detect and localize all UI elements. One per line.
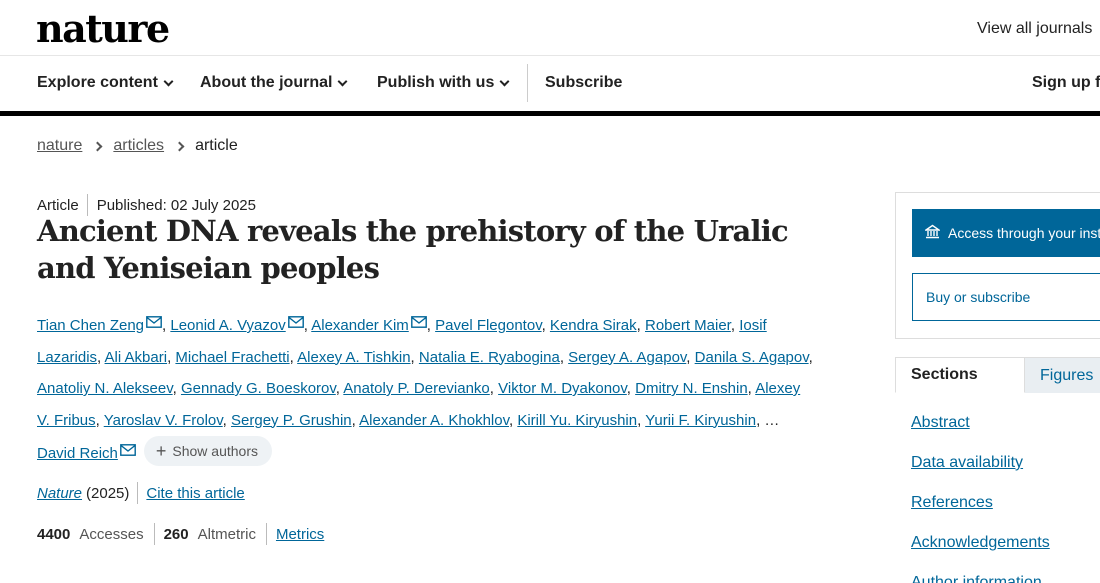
nav-label: About the journal: [200, 74, 333, 91]
author-link[interactable]: Sergey A. Agapov: [568, 349, 686, 366]
email-icon[interactable]: [119, 436, 136, 456]
tab-figures[interactable]: Figures: [1025, 357, 1100, 393]
sections-list: Abstract Data availability References Ac…: [911, 412, 1050, 583]
author-link[interactable]: Anatoly P. Derevianko: [343, 380, 489, 397]
access-button-label: Access through your institution: [948, 225, 1100, 241]
breadcrumb-nature[interactable]: nature: [37, 137, 82, 155]
nav-label: Explore content: [37, 74, 158, 91]
breadcrumb: nature articles article: [37, 137, 238, 155]
section-link-data-availability[interactable]: Data availability: [911, 452, 1050, 492]
email-icon[interactable]: [410, 308, 427, 328]
author-link[interactable]: Michael Frachetti: [175, 349, 289, 366]
author-list: Tian Chen Zeng, Leonid A. Vyazov, Alexan…: [37, 308, 817, 470]
author-link[interactable]: Yurii F. Kiryushin: [645, 412, 756, 429]
access-box: Access through your institution Buy or s…: [895, 192, 1100, 339]
author-link[interactable]: Sergey P. Grushin: [231, 412, 352, 429]
section-link-references[interactable]: References: [911, 492, 1050, 532]
article-type: Article: [37, 196, 79, 214]
published-date: Published: 02 July 2025: [96, 196, 256, 214]
buy-subscribe-button[interactable]: Buy or subscribe: [912, 273, 1100, 321]
altmetric-label: Altmetric: [197, 525, 256, 543]
author-link[interactable]: Anatoliy N. Alekseev: [37, 380, 173, 397]
chevron-down-icon: [337, 76, 348, 86]
breadcrumb-articles[interactable]: articles: [113, 137, 164, 155]
nav-subscribe[interactable]: Subscribe: [545, 74, 622, 92]
nav-publish-with-us[interactable]: Publish with us: [377, 74, 510, 92]
author-link[interactable]: Kendra Sirak: [550, 317, 637, 334]
citation-line: Nature (2025) Cite this article: [37, 482, 245, 504]
access-institution-button[interactable]: Access through your institution: [912, 209, 1100, 257]
view-all-journals-link[interactable]: View all journals: [977, 20, 1092, 38]
email-icon[interactable]: [287, 308, 304, 328]
main-nav: Explore content About the journal Publis…: [0, 56, 1100, 116]
nav-label: Publish with us: [377, 74, 495, 91]
show-authors-label: Show authors: [172, 443, 258, 459]
plus-icon: +: [155, 441, 167, 461]
nav-explore-content[interactable]: Explore content: [37, 74, 174, 92]
author-link[interactable]: Alexander A. Khokhlov: [359, 412, 509, 429]
cite-article-link[interactable]: Cite this article: [146, 485, 244, 502]
chevron-down-icon: [163, 76, 174, 86]
nav-divider: [527, 64, 528, 102]
nav-about-journal[interactable]: About the journal: [200, 74, 348, 92]
sidebar-tabs: Sections Figures: [895, 357, 1100, 393]
section-link-abstract[interactable]: Abstract: [911, 412, 1050, 452]
divider: [153, 523, 155, 545]
author-link[interactable]: Alexander Kim: [311, 317, 409, 334]
author-link[interactable]: Kirill Yu. Kiryushin: [517, 412, 637, 429]
section-link-author-information[interactable]: Author information: [911, 572, 1050, 583]
section-link-acknowledgements[interactable]: Acknowledgements: [911, 532, 1050, 572]
accesses-count: 4400: [37, 525, 71, 543]
chevron-down-icon: [499, 76, 510, 86]
breadcrumb-current: article: [195, 137, 238, 154]
metrics-link[interactable]: Metrics: [276, 526, 324, 543]
authors-ellipsis: …: [764, 411, 780, 429]
author-link[interactable]: Tian Chen Zeng: [37, 317, 144, 334]
author-link[interactable]: Danila S. Agapov: [695, 349, 809, 366]
nature-logo[interactable]: nature: [36, 6, 170, 51]
publication-year: (2025): [86, 484, 130, 502]
institution-icon: [923, 224, 942, 242]
sign-up-link[interactable]: Sign up f: [1032, 74, 1100, 92]
email-icon[interactable]: [146, 308, 162, 328]
author-link[interactable]: Natalia E. Ryabogina: [419, 349, 560, 366]
tab-sections[interactable]: Sections: [895, 357, 1025, 393]
divider: [265, 523, 267, 545]
altmetric-count: 260: [163, 525, 189, 543]
author-link[interactable]: Robert Maier: [645, 317, 731, 334]
show-authors-button[interactable]: + Show authors: [143, 436, 272, 466]
article-title: Ancient DNA reveals the prehistory of th…: [37, 214, 789, 285]
author-link[interactable]: Alexey A. Tishkin: [297, 349, 410, 366]
author-link[interactable]: Leonid A. Vyazov: [170, 317, 285, 334]
divider: [137, 482, 139, 504]
journal-link[interactable]: Nature: [37, 485, 82, 502]
article-metrics: 4400 Accesses 260 Altmetric Metrics: [37, 523, 324, 545]
chevron-right-icon: [174, 141, 185, 151]
author-link[interactable]: Pavel Flegontov: [435, 317, 541, 334]
author-link[interactable]: David Reich: [37, 445, 118, 462]
author-link[interactable]: Viktor M. Dyakonov: [498, 380, 627, 397]
author-link[interactable]: Gennady G. Boeskorov: [181, 380, 336, 397]
chevron-right-icon: [92, 141, 103, 151]
author-link[interactable]: Dmitry N. Enshin: [635, 380, 748, 397]
author-link[interactable]: Ali Akbari: [105, 349, 168, 366]
author-link[interactable]: Yaroslav V. Frolov: [104, 412, 223, 429]
site-header: nature View all journals: [0, 0, 1100, 56]
accesses-label: Accesses: [79, 525, 144, 543]
